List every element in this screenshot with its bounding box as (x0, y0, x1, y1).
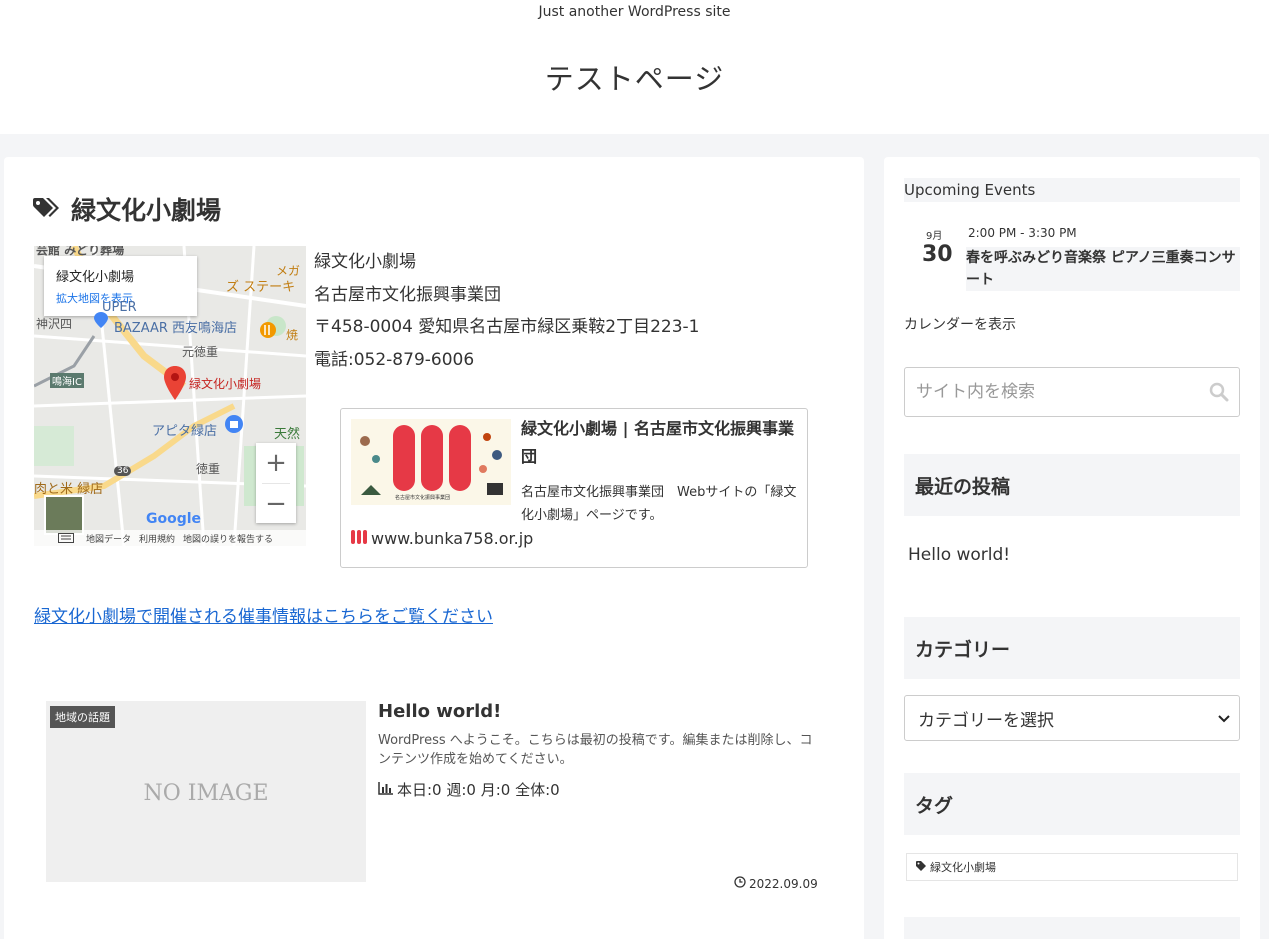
recent-post-link[interactable]: Hello world! (908, 545, 1010, 565)
bar-chart-icon (378, 781, 394, 799)
archive-title-text: 緑文化小劇場 (71, 196, 222, 225)
venue-name: 緑文化小劇場 (314, 252, 416, 272)
google-logo: Google (146, 511, 202, 527)
map-label: 芸館 みどり葬場 (36, 246, 125, 257)
blog-card-thumb-caption: 名古屋市文化振興事業団 (395, 495, 451, 501)
post-views-text: 本日:0 週:0 月:0 全体:0 (397, 781, 560, 799)
main-content: 緑文化小劇場 緑文化小劇場 拡大地図を表示 芸館 みどり葬場 神沢四 UPER … (4, 157, 864, 939)
event-time: 2:00 PM - 3:30 PM (968, 226, 1077, 240)
location-marker-icon (94, 312, 108, 332)
search-form (904, 367, 1240, 417)
post-date: 2022.09.09 (734, 876, 818, 891)
map-pin-icon[interactable] (164, 366, 186, 404)
venue-operator: 名古屋市文化振興事業団 (314, 284, 501, 305)
site-title[interactable]: テストページ (0, 56, 1269, 98)
chevron-down-icon (1218, 708, 1230, 728)
map-pin-label: 緑文化小劇場 (189, 377, 262, 391)
blog-card-site: www.bunka758.or.jp (351, 529, 533, 548)
no-image-placeholder: NO IMAGE (143, 781, 269, 806)
road-sign: 36 (114, 466, 132, 476)
map-label: 鳴海IC (50, 373, 84, 388)
archive-title: 緑文化小劇場 (33, 191, 221, 227)
post-title[interactable]: Hello world! (378, 701, 501, 722)
map-footer: 地図データ 利用規約 地図の誤りを報告する (34, 530, 306, 546)
event-day: 30 (922, 242, 953, 267)
category-select-value: カテゴリーを選択 (918, 710, 1054, 731)
tag-heading: タグ (904, 773, 1240, 835)
clock-icon (734, 876, 746, 891)
site-tagline: Just another WordPress site (538, 4, 731, 20)
tags-icon (33, 198, 61, 220)
map-terms-link[interactable]: 利用規約 (139, 532, 175, 545)
blog-card[interactable]: 名古屋市文化振興事業団 緑文化小劇場 | 名古屋市文化振興事業団 名古屋市文化振… (340, 408, 808, 568)
site-favicon-icon (351, 529, 367, 548)
calendar-link[interactable]: カレンダーを表示 (904, 314, 1016, 334)
event-month: 9月 (926, 231, 943, 242)
post-card[interactable]: NO IMAGE 地域の話題 Hello world! WordPress へよ… (46, 701, 826, 901)
upcoming-events-title: Upcoming Events (904, 178, 1240, 202)
event-title[interactable]: 春を呼ぶみどり音楽祭 ピアノ三重奏コンサート (966, 247, 1240, 291)
tag-label: 緑文化小劇場 (930, 861, 996, 874)
map-label: 神沢四 (36, 317, 73, 331)
post-thumbnail[interactable]: NO IMAGE 地域の話題 (46, 701, 366, 882)
blog-card-thumbnail: 名古屋市文化振興事業団 (351, 419, 511, 505)
search-icon[interactable] (1209, 382, 1229, 406)
post-views: 本日:0 週:0 月:0 全体:0 (378, 779, 560, 800)
map-report-link[interactable]: 地図の誤りを報告する (183, 532, 273, 545)
map-label: ズ ステーキ (226, 280, 296, 295)
map-label: 焼 (286, 328, 299, 342)
venue-address: 〒458-0004 愛知県名古屋市緑区乗鞍2丁目223-1 (314, 317, 700, 337)
zoom-in-button[interactable]: + (256, 443, 296, 483)
tag-link[interactable]: 緑文化小劇場 (906, 853, 1238, 881)
search-input[interactable] (905, 368, 1195, 416)
tag-icon (916, 860, 926, 874)
blog-card-snippet: 名古屋市文化振興事業団 Webサイトの「緑文化小劇場」ページです。 (521, 485, 797, 523)
post-excerpt: WordPress へようこそ。こちらは最初の投稿です。編集または削除し、コンテ… (378, 733, 813, 767)
venue-info: 緑文化小劇場 名古屋市文化振興事業団 〒458-0004 愛知県名古屋市緑区乗鞍… (314, 246, 699, 376)
post-date-text: 2022.09.09 (749, 876, 818, 891)
blog-card-domain: www.bunka758.or.jp (371, 529, 534, 548)
event-info-link[interactable]: 緑文化小劇場で開催される催事情報はこちらをご覧ください (34, 602, 493, 627)
keyboard-shortcuts-icon[interactable] (58, 533, 74, 546)
category-heading: カテゴリー (904, 617, 1240, 679)
map-label: アピタ緑店 (152, 424, 218, 439)
map-zoom-controls: + − (256, 443, 296, 523)
sidebar: Upcoming Events 9月 30 2:00 PM - 3:30 PM … (884, 157, 1260, 939)
map-data-link[interactable]: 地図データ (86, 532, 131, 545)
map-label: 元徳重 (182, 345, 219, 359)
restaurant-marker-icon (259, 321, 277, 345)
site-header: Just another WordPress site テストページ (0, 0, 1269, 134)
google-map[interactable]: 緑文化小劇場 拡大地図を表示 芸館 みどり葬場 神沢四 UPER BAZAAR … (34, 246, 306, 546)
satellite-toggle[interactable] (44, 495, 84, 535)
venue-phone: 電話:052-879-6006 (314, 349, 475, 370)
category-select[interactable]: カテゴリーを選択 (904, 695, 1240, 741)
zoom-out-button[interactable]: − (256, 484, 296, 524)
map-label: 天然 (274, 427, 301, 442)
blog-card-title[interactable]: 緑文化小劇場 | 名古屋市文化振興事業団 (521, 415, 799, 471)
map-card-title: 緑文化小劇場 (56, 270, 135, 285)
shop-marker-icon (224, 414, 244, 440)
category-badge: 地域の話題 (50, 706, 115, 728)
map-label: BAZAAR 西友鳴海店 (114, 321, 238, 336)
recent-posts-heading: 最近の投稿 (904, 454, 1240, 516)
archive-heading: アーカイブ (904, 917, 1240, 939)
map-label: 徳重 (196, 462, 221, 476)
